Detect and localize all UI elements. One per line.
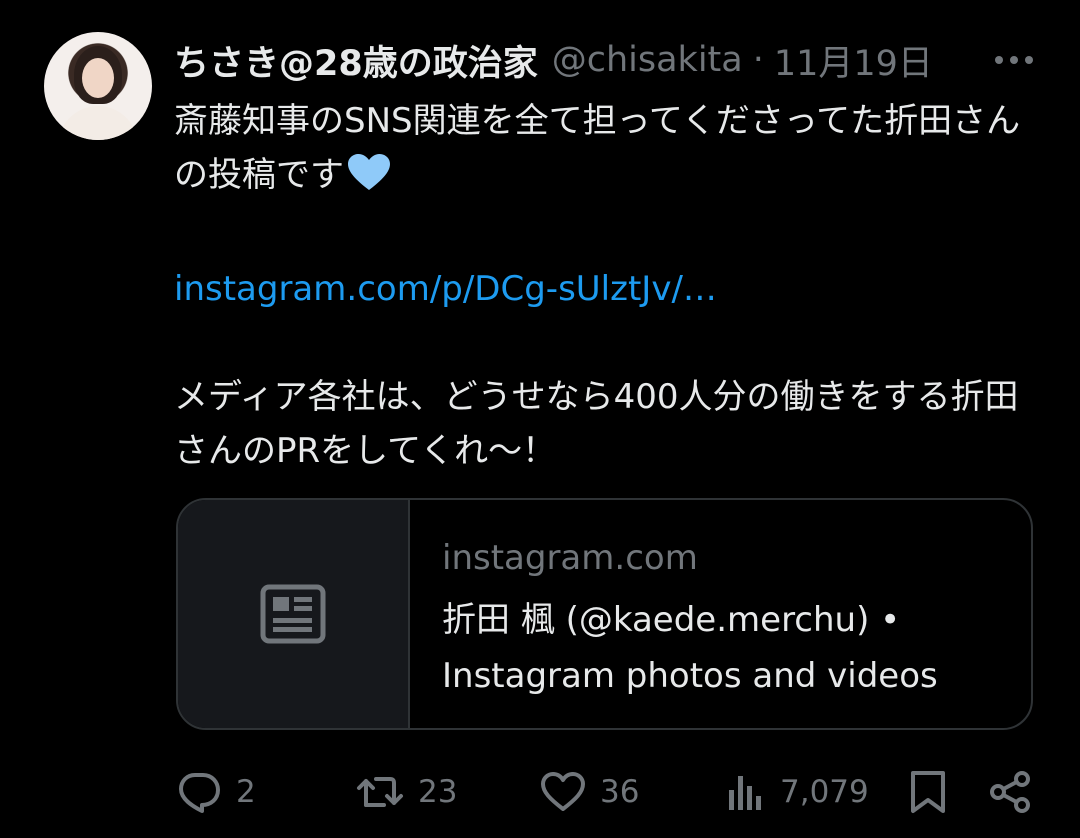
more-horizontal-icon: [995, 56, 1033, 64]
bookmark-button[interactable]: [908, 762, 948, 822]
article-icon: [260, 584, 326, 644]
card-domain: instagram.com: [442, 538, 698, 578]
repost-button[interactable]: 23: [356, 762, 457, 822]
reply-button[interactable]: 2: [176, 762, 256, 822]
blue-heart-icon: [346, 152, 392, 208]
like-count: 36: [600, 774, 640, 810]
share-button[interactable]: [988, 762, 1032, 822]
tweet-line-2: メディア各社は、どうせなら400人分の働きをする折田さんのPRをしてくれ〜！: [174, 377, 1019, 471]
tweet-header: ちさき@28歳の政治家 @chisakita · 11月19日: [174, 36, 933, 84]
tweet-text: 斎藤知事のSNS関連を全て担ってくださってた折田さんの投稿です instagra…: [174, 94, 1044, 478]
instagram-link[interactable]: instagram.com/p/DCg-sUlztJv/…: [174, 269, 717, 309]
tweet[interactable]: ちさき@28歳の政治家 @chisakita · 11月19日 斎藤知事のSNS…: [0, 0, 1080, 838]
tweet-line-1: 斎藤知事のSNS関連を全て担ってくださってた折田さんの投稿です: [174, 94, 1044, 208]
action-bar: 2 23 36 7,079: [176, 762, 1046, 822]
share-icon: [990, 771, 1030, 813]
bookmark-icon: [911, 771, 945, 813]
repost-count: 23: [418, 774, 458, 810]
views-icon: [729, 776, 761, 810]
timestamp[interactable]: 11月19日: [774, 35, 933, 86]
more-options-button[interactable]: [990, 42, 1038, 78]
link-preview-card[interactable]: instagram.com 折田 楓 (@kaede.merchu) • Ins…: [176, 498, 1033, 730]
card-thumbnail: [178, 500, 410, 728]
card-title: 折田 楓 (@kaede.merchu) • Instagram photos …: [442, 600, 938, 696]
heart-icon: [541, 772, 585, 811]
separator-dot: ·: [752, 40, 764, 80]
avatar[interactable]: [44, 32, 152, 140]
reply-count: 2: [236, 774, 256, 810]
like-button[interactable]: 36: [540, 762, 639, 822]
author-handle[interactable]: @chisakita: [552, 40, 743, 80]
views-button[interactable]: 7,079: [726, 762, 869, 822]
views-count: 7,079: [780, 774, 869, 810]
reply-icon: [179, 773, 220, 813]
author-name[interactable]: ちさき@28歳の政治家: [174, 35, 538, 86]
repost-icon: [357, 777, 403, 807]
